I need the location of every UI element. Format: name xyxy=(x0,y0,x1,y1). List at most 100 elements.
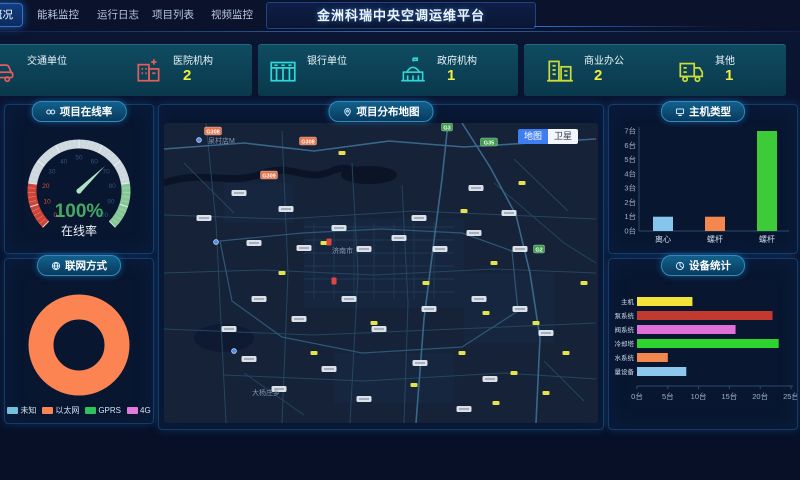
nav-tab-5[interactable]: 视频监控 xyxy=(202,4,262,26)
town-marker[interactable] xyxy=(483,376,498,382)
town-marker[interactable] xyxy=(297,245,312,251)
svg-text:G308: G308 xyxy=(301,139,314,145)
map-mode-button[interactable]: 地图 xyxy=(518,129,548,144)
town-marker[interactable] xyxy=(413,360,428,366)
legend-item[interactable]: 以太网 xyxy=(42,405,79,416)
project-marker[interactable] xyxy=(411,383,418,387)
town-marker[interactable] xyxy=(539,330,554,336)
town-marker[interactable] xyxy=(457,406,472,412)
town-marker[interactable] xyxy=(247,240,262,246)
town-marker[interactable] xyxy=(513,306,528,312)
svg-text:0台: 0台 xyxy=(631,391,643,401)
panel-host-type-title: 主机类型 xyxy=(689,104,731,119)
government-icon xyxy=(398,55,428,85)
town-marker[interactable] xyxy=(472,296,487,302)
svg-text:7台: 7台 xyxy=(624,126,636,136)
svg-text:1台: 1台 xyxy=(624,211,636,221)
town-marker[interactable] xyxy=(467,230,482,236)
satellite-mode-button[interactable]: 卫星 xyxy=(548,129,578,144)
poi-dot[interactable] xyxy=(214,240,219,245)
town-marker[interactable] xyxy=(357,246,372,252)
town-marker[interactable] xyxy=(513,246,528,252)
project-marker[interactable] xyxy=(279,271,286,275)
town-marker[interactable] xyxy=(502,210,517,216)
town-marker[interactable] xyxy=(372,326,387,332)
project-marker[interactable] xyxy=(511,371,518,375)
nav-tab-1[interactable]: 概况 xyxy=(0,3,23,27)
svg-text:30: 30 xyxy=(48,169,56,176)
project-marker[interactable] xyxy=(493,401,500,405)
project-marker[interactable] xyxy=(461,209,468,213)
legend-item[interactable]: 4G xyxy=(127,406,151,415)
panel-online-rate-header: 项目在线率 xyxy=(32,101,127,122)
stat-value: 1 xyxy=(715,67,735,84)
stat-item: 交通单位 xyxy=(0,55,106,85)
town-marker[interactable] xyxy=(322,366,337,372)
legend-item[interactable]: GPRS xyxy=(85,406,121,415)
nav-tab-3[interactable]: 运行日志 xyxy=(88,4,148,26)
alert-marker[interactable] xyxy=(327,239,332,246)
town-marker[interactable] xyxy=(222,326,237,332)
svg-text:2台: 2台 xyxy=(624,197,636,207)
svg-text:在线率: 在线率 xyxy=(61,223,97,238)
nav-tab-4[interactable]: 项目列表 xyxy=(143,4,203,26)
poi-dot[interactable] xyxy=(197,138,202,143)
project-marker[interactable] xyxy=(533,321,540,325)
hbar-主机 xyxy=(637,297,692,306)
road-shield: G3 xyxy=(442,123,453,131)
globe-icon xyxy=(51,261,61,271)
project-marker[interactable] xyxy=(581,281,588,285)
bank-icon xyxy=(268,55,298,85)
project-marker[interactable] xyxy=(543,391,550,395)
town-marker[interactable] xyxy=(332,225,347,231)
town-marker[interactable] xyxy=(197,215,212,221)
town-marker[interactable] xyxy=(292,316,307,322)
panel-connection-header: 联网方式 xyxy=(37,255,121,276)
town-marker[interactable] xyxy=(252,296,267,302)
alert-marker[interactable] xyxy=(332,278,337,285)
page-title: 金洲科瑞中央空调运维平台 xyxy=(266,2,536,29)
legend-label: 以太网 xyxy=(55,405,79,416)
stat-label: 交通单位 xyxy=(27,56,67,68)
monitor-icon xyxy=(675,107,685,117)
town-marker[interactable] xyxy=(469,185,484,191)
town-marker[interactable] xyxy=(342,296,357,302)
project-marker[interactable] xyxy=(423,281,430,285)
town-marker[interactable] xyxy=(433,246,448,252)
stat-label: 其他 xyxy=(715,56,735,68)
town-marker[interactable] xyxy=(392,235,407,241)
bar-螺杆 xyxy=(705,217,725,231)
town-marker[interactable] xyxy=(412,215,427,221)
stat-value: 1 xyxy=(437,67,477,84)
map-place-label: 泉村店M xyxy=(208,136,235,145)
top-nav: 金洲科瑞中央空调运维平台 概况能耗监控运行日志项目列表视频监控 xyxy=(0,0,800,32)
town-marker[interactable] xyxy=(232,190,247,196)
project-marker[interactable] xyxy=(311,351,318,355)
legend-label: GPRS xyxy=(98,406,121,415)
legend-item[interactable]: 未知 xyxy=(7,405,36,416)
town-marker[interactable] xyxy=(422,306,437,312)
project-marker[interactable] xyxy=(371,321,378,325)
project-map[interactable]: G308G308G309G3G35G2泉村店M济南市大杨庄乡 xyxy=(164,123,598,423)
town-marker[interactable] xyxy=(242,356,257,362)
poi-dot[interactable] xyxy=(232,349,237,354)
project-marker[interactable] xyxy=(491,261,498,265)
project-marker[interactable] xyxy=(339,151,346,155)
svg-text:螺杆: 螺杆 xyxy=(707,234,723,244)
town-marker[interactable] xyxy=(279,206,294,212)
hbar-水系统 xyxy=(637,353,668,362)
town-marker[interactable] xyxy=(357,396,372,402)
project-marker[interactable] xyxy=(563,351,570,355)
hbar-泵系统 xyxy=(637,311,773,320)
bar-离心 xyxy=(653,217,673,231)
nav-tab-2[interactable]: 能耗监控 xyxy=(28,4,88,26)
project-marker[interactable] xyxy=(321,241,328,245)
stat-item: 政府机构1 xyxy=(388,55,518,85)
road-shield: G308 xyxy=(300,137,317,145)
project-marker[interactable] xyxy=(483,311,490,315)
stat-text: 其他1 xyxy=(715,56,735,85)
project-marker[interactable] xyxy=(519,181,526,185)
panel-device-stats-header: 设备统计 xyxy=(661,255,745,276)
project-marker[interactable] xyxy=(459,351,466,355)
stat-value: 2 xyxy=(584,67,624,84)
